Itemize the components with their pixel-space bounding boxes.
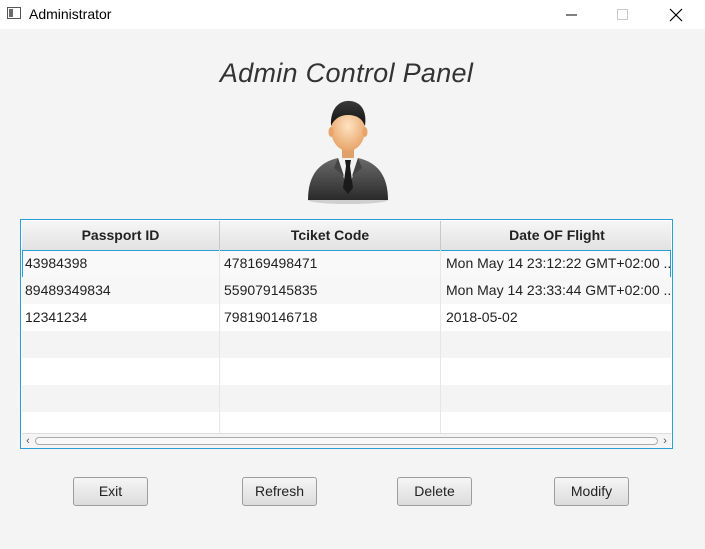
scroll-left-icon[interactable]: ‹: [23, 436, 33, 447]
table-row[interactable]: 12341234 798190146718 2018-05-02: [22, 304, 671, 332]
panel-title: Admin Control Panel: [219, 58, 474, 88]
horizontal-scrollbar[interactable]: ‹ ›: [22, 433, 671, 448]
businessman-avatar-icon: [308, 100, 388, 204]
table-header: Passport ID Tciket Code Date OF Flight: [22, 221, 671, 251]
cell-date-of-flight: Mon May 14 23:33:44 GMT+02:00 ...: [446, 282, 673, 298]
table-row[interactable]: 89489349834 559079145835 Mon May 14 23:3…: [22, 277, 673, 305]
admin-window: Administrator Admin Control Panel Passpo…: [0, 0, 705, 549]
empty-table-row: [22, 412, 671, 434]
tickets-table[interactable]: Passport ID Tciket Code Date OF Flight 4…: [20, 219, 673, 449]
close-button[interactable]: [651, 0, 701, 29]
cell-date-of-flight: 2018-05-02: [446, 309, 518, 325]
cell-passport-id: 43984398: [22, 250, 220, 277]
refresh-button[interactable]: Refresh: [242, 477, 317, 506]
maximize-icon: [617, 8, 628, 20]
scroll-right-icon[interactable]: ›: [660, 436, 670, 447]
cell-passport-id: 12341234: [22, 304, 220, 331]
column-header-date-of-flight[interactable]: Date OF Flight: [441, 221, 672, 250]
empty-table-row: [22, 385, 671, 413]
cell-ticket-code: 798190146718: [220, 304, 441, 331]
table-row[interactable]: 43984398 478169498471 Mon May 14 23:12:2…: [22, 250, 673, 278]
cell-date-of-flight: Mon May 14 23:12:22 GMT+02:00 ...: [446, 255, 673, 271]
column-header-ticket-code[interactable]: Tciket Code: [220, 221, 441, 250]
minimize-button[interactable]: [547, 0, 597, 29]
delete-button[interactable]: Delete: [397, 477, 472, 506]
column-header-passport-id[interactable]: Passport ID: [22, 221, 220, 250]
cell-ticket-code: 478169498471: [220, 250, 441, 277]
scrollbar-thumb[interactable]: [35, 437, 658, 445]
app-window-icon: [7, 7, 21, 19]
empty-table-row: [22, 331, 671, 359]
minimize-icon: [566, 14, 577, 15]
exit-button[interactable]: Exit: [73, 477, 148, 506]
title-bar: Administrator: [0, 0, 705, 29]
maximize-button[interactable]: [598, 0, 648, 29]
cell-ticket-code: 559079145835: [220, 277, 441, 304]
empty-table-row: [22, 358, 671, 386]
close-icon: [669, 8, 683, 21]
window-title: Administrator: [29, 6, 112, 22]
modify-button[interactable]: Modify: [554, 477, 629, 506]
cell-passport-id: 89489349834: [22, 277, 220, 304]
